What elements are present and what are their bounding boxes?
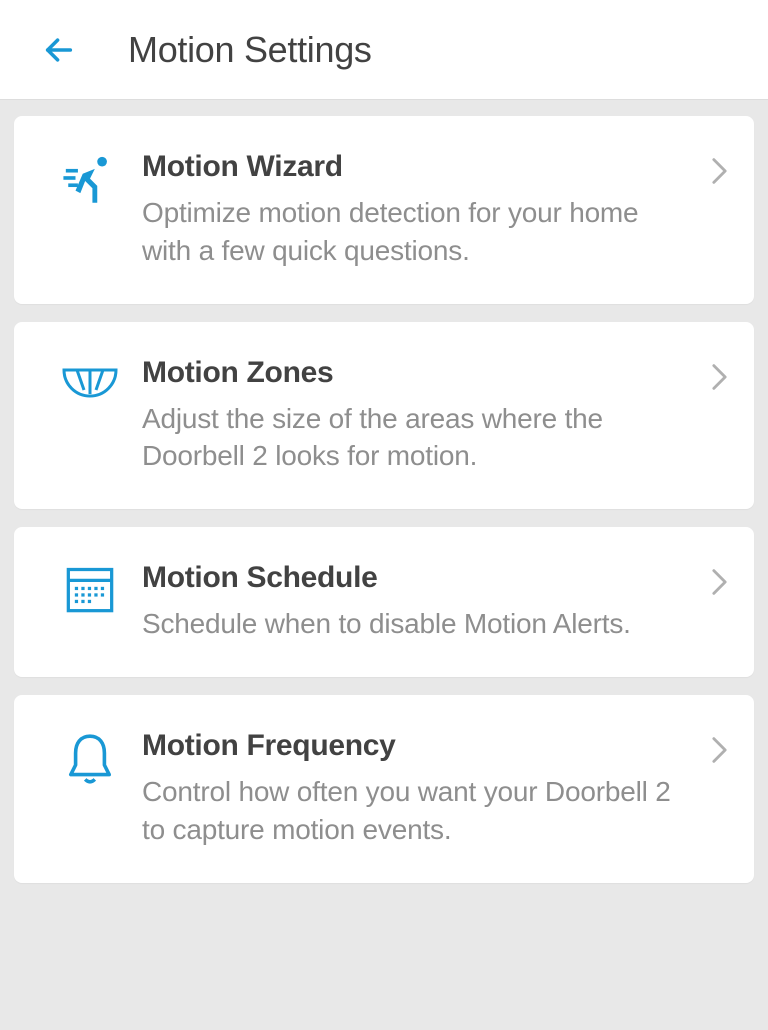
- card-title: Motion Zones: [142, 356, 690, 390]
- card-body: Motion Wizard Optimize motion detection …: [142, 150, 730, 270]
- card-body: Motion Schedule Schedule when to disable…: [142, 561, 730, 643]
- setting-item-motion-frequency[interactable]: Motion Frequency Control how often you w…: [14, 695, 754, 883]
- setting-item-motion-schedule[interactable]: Motion Schedule Schedule when to disable…: [14, 527, 754, 677]
- card-title: Motion Schedule: [142, 561, 690, 595]
- card-title: Motion Wizard: [142, 150, 690, 184]
- running-person-icon: [54, 152, 126, 210]
- chevron-right-icon: [711, 362, 728, 397]
- header: Motion Settings: [0, 0, 768, 100]
- chevron-right-icon: [711, 156, 728, 191]
- card-description: Optimize motion detection for your home …: [142, 194, 690, 270]
- card-description: Schedule when to disable Motion Alerts.: [142, 605, 690, 643]
- chevron-right-icon: [711, 567, 728, 602]
- card-description: Control how often you want your Doorbell…: [142, 773, 690, 849]
- back-button[interactable]: [42, 33, 76, 67]
- content: Motion Wizard Optimize motion detection …: [0, 100, 768, 883]
- setting-item-motion-zones[interactable]: Motion Zones Adjust the size of the area…: [14, 322, 754, 510]
- page-title: Motion Settings: [128, 29, 372, 71]
- bell-icon: [54, 731, 126, 787]
- zones-icon: [54, 364, 126, 398]
- arrow-left-icon: [42, 33, 76, 67]
- card-title: Motion Frequency: [142, 729, 690, 763]
- card-body: Motion Frequency Control how often you w…: [142, 729, 730, 849]
- card-description: Adjust the size of the areas where the D…: [142, 400, 690, 476]
- chevron-right-icon: [711, 735, 728, 770]
- setting-item-motion-wizard[interactable]: Motion Wizard Optimize motion detection …: [14, 116, 754, 304]
- card-body: Motion Zones Adjust the size of the area…: [142, 356, 730, 476]
- calendar-icon: [54, 563, 126, 615]
